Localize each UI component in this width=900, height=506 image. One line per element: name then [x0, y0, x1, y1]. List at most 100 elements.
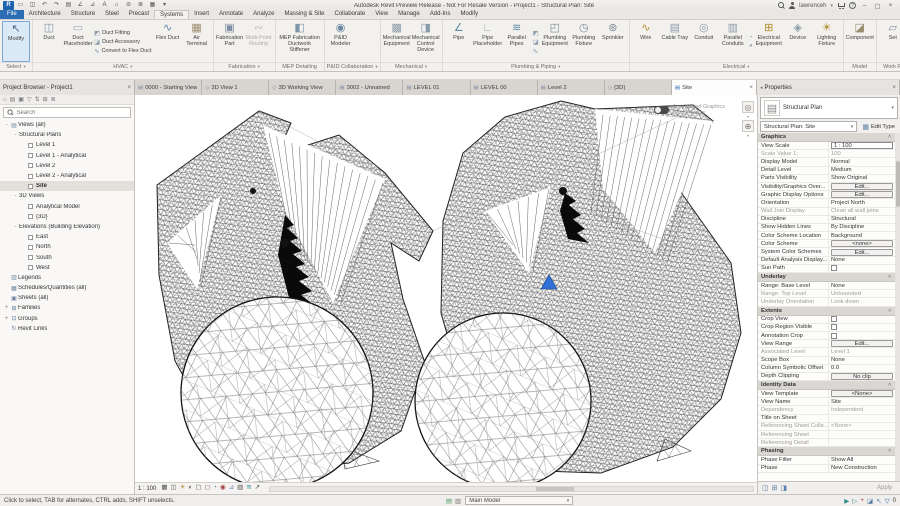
worksets-icon[interactable]: ▤	[446, 497, 452, 505]
save-icon[interactable]: ◫	[27, 1, 38, 10]
panel-dropdown-icon[interactable]: ▾	[425, 64, 427, 70]
section-identity-data[interactable]: Identity Data˄	[758, 381, 895, 390]
panel-label-p-id-collaboration[interactable]: P&ID Collaboration	[327, 64, 374, 70]
aligned-dimension-icon[interactable]: ⊿	[87, 1, 98, 10]
undo-icon[interactable]: ↶	[39, 1, 50, 10]
property-button-no-clip[interactable]: No clip	[831, 373, 893, 380]
panel-label-mechanical[interactable]: Mechanical	[395, 64, 423, 70]
panel-dropdown-icon[interactable]: ▾	[258, 64, 260, 70]
property-text-value[interactable]: Site	[831, 399, 841, 405]
close-project-browser-icon[interactable]: ×	[127, 85, 131, 91]
property-input[interactable]: 1 : 100	[831, 142, 893, 149]
panel-dropdown-icon[interactable]: ▾	[130, 64, 132, 70]
section-phasing[interactable]: Phasing˄	[758, 447, 895, 456]
panel-label-mep-detailing[interactable]: MEP Detailing	[282, 64, 317, 70]
open-icon[interactable]: ▭	[15, 1, 26, 10]
analytical-model-icon[interactable]: ⊿	[229, 485, 234, 492]
section-collapse-icon[interactable]: ˄	[888, 448, 891, 454]
tree-expand-icon[interactable]: +	[3, 316, 10, 322]
panel-dropdown-icon[interactable]: ▾	[558, 64, 560, 70]
browser-views-icon[interactable]: ▤	[10, 96, 16, 103]
ribbon-button-multi-point-routing[interactable]: ∾Multi-Point Routing	[245, 21, 273, 62]
ribbon-tab-architecture[interactable]: Architecture	[24, 10, 66, 19]
property-text-value[interactable]: Unbounded	[831, 291, 861, 297]
ribbon-button-parallel-pipes[interactable]: ≋Parallel Pipes	[503, 21, 531, 62]
search-input[interactable]	[16, 110, 127, 116]
view-tab-0000-starting-view[interactable]: ▤0000 - Starting View	[135, 80, 202, 95]
visibility-checkbox[interactable]	[28, 204, 33, 209]
ribbon-button-pipe[interactable]: ∠Pipe	[445, 21, 473, 62]
ribbon-button-electrical-equipment[interactable]: ⊞Electrical Equipment	[755, 21, 783, 62]
horizontal-scrollbar[interactable]	[269, 486, 754, 492]
ribbon-button-component[interactable]: ◪Component	[846, 21, 874, 62]
tree-item-families[interactable]: +⊞Families	[0, 303, 134, 313]
properties-header[interactable]: ◂ Properties ×	[757, 80, 900, 95]
section-collapse-icon[interactable]: ˄	[888, 274, 891, 280]
property-text-value[interactable]: None	[831, 283, 845, 289]
tree-item-level-1-analytical[interactable]: Level 1 - Analytical	[0, 151, 134, 161]
close-properties-icon[interactable]: ×	[892, 85, 896, 91]
property-button-none[interactable]: <None>	[831, 390, 893, 397]
editing-requests-icon[interactable]: ▥	[455, 497, 461, 505]
property-text-value[interactable]: <None>	[831, 423, 852, 429]
ribbon-button-duct[interactable]: ◫Duct	[35, 21, 63, 62]
ribbon-button-plumbing-equipment[interactable]: ◰Plumbing Equipment	[541, 21, 569, 62]
view-tab-3d-working-view[interactable]: ◇3D Working View	[269, 80, 336, 95]
type-selector[interactable]: ▤ Structural Plan ▾	[760, 97, 898, 119]
panel-dropdown-icon[interactable]: ▾	[24, 64, 26, 70]
tree-item-groups[interactable]: +⊡Groups	[0, 314, 134, 324]
user-menu-caret-icon[interactable]: ▾	[830, 3, 833, 9]
visibility-checkbox[interactable]	[28, 265, 33, 270]
property-button-edit[interactable]: Edit...	[831, 340, 893, 347]
browser-sort-icon[interactable]: ⇅	[35, 96, 40, 103]
tree-item-west[interactable]: West	[0, 263, 134, 273]
ribbon-button-pipe-placeholder[interactable]: ∟Pipe Placeholder	[474, 21, 502, 62]
property-text-value[interactable]: Project North	[831, 200, 865, 206]
cable-tray-fitting-icon[interactable]: ◕	[749, 42, 753, 49]
close-hidden-windows-icon[interactable]: ▦	[147, 1, 158, 10]
type-properties-icon[interactable]: ⊞	[772, 484, 778, 492]
ribbon-button-convert-to-flex-duct[interactable]: ∿Convert to Flex Duct	[94, 47, 152, 55]
property-text-value[interactable]: Show Original	[831, 175, 867, 181]
property-text-value[interactable]: None	[831, 357, 845, 363]
ribbon-button-flex-duct[interactable]: ∿Flex Duct	[154, 21, 182, 62]
steering-wheel-icon[interactable]: ◎	[742, 101, 754, 113]
ribbon-button-device[interactable]: ◈Device	[784, 21, 812, 62]
property-text-value[interactable]: Structural	[831, 216, 856, 222]
tree-item-views-all[interactable]: -▤Views (all)	[0, 120, 134, 130]
steering-wheel-caret-icon[interactable]: ▾	[747, 114, 749, 119]
visibility-checkbox[interactable]	[28, 163, 33, 168]
temporary-hide-isolate-icon[interactable]: ◔	[213, 485, 217, 492]
displacement-sets-icon[interactable]: ↗	[255, 485, 260, 492]
worksharing-display-icon[interactable]: ≋	[246, 485, 251, 492]
tree-expand-icon[interactable]: +	[3, 305, 10, 311]
detail-level-icon[interactable]: ▦	[161, 485, 167, 492]
crop-view-icon[interactable]: ▢	[195, 485, 201, 492]
reveal-hidden-elements-icon[interactable]: ◉	[220, 485, 226, 492]
view-tab-3d[interactable]: ◇{3D}	[605, 80, 672, 95]
edit-type-button[interactable]: ▦ Edit Type	[859, 121, 898, 132]
ribbon-button-mechanical-equipment[interactable]: ▩Mechanical Equipment	[383, 21, 411, 62]
ribbon-tab-structure[interactable]: Structure	[66, 10, 100, 19]
property-button-edit[interactable]: Edit...	[831, 191, 893, 198]
ribbon-button-modify[interactable]: ↖Modify	[2, 21, 30, 62]
tree-item-elevations-building-elevation[interactable]: -Elevations (Building Elevation)	[0, 222, 134, 232]
section-underlay[interactable]: Underlay˄	[758, 273, 895, 282]
conduit-fitting-icon[interactable]: ◔	[749, 34, 753, 41]
instance-selector-caret-icon[interactable]: ▾	[851, 124, 854, 130]
panel-label-model[interactable]: Model	[852, 64, 867, 70]
section-icon[interactable]: ⊘	[123, 1, 134, 10]
ribbon-button-duct-placeholder[interactable]: ▭Duct Placeholder	[64, 21, 92, 62]
select-links-icon[interactable]: ▶	[844, 497, 849, 505]
tree-expand-icon[interactable]: -	[12, 132, 19, 138]
ribbon-tab-analyze[interactable]: Analyze	[248, 10, 279, 19]
pin-palette-icon[interactable]: ◨	[781, 484, 788, 492]
shadows-icon[interactable]: ◐	[189, 485, 193, 492]
tree-item-schedules-quantities-all[interactable]: ▦Schedules/Quantities (all)	[0, 283, 134, 293]
instance-selector[interactable]: Structural Plan: Site ▾	[760, 121, 857, 132]
property-checkbox[interactable]	[831, 265, 837, 271]
tree-item-analytical-model[interactable]: Analytical Model	[0, 202, 134, 212]
ribbon-button-lighting-fixture[interactable]: ☀Lighting Fixture	[813, 21, 841, 62]
text-icon[interactable]: A	[99, 1, 110, 10]
browser-search[interactable]	[3, 107, 131, 118]
